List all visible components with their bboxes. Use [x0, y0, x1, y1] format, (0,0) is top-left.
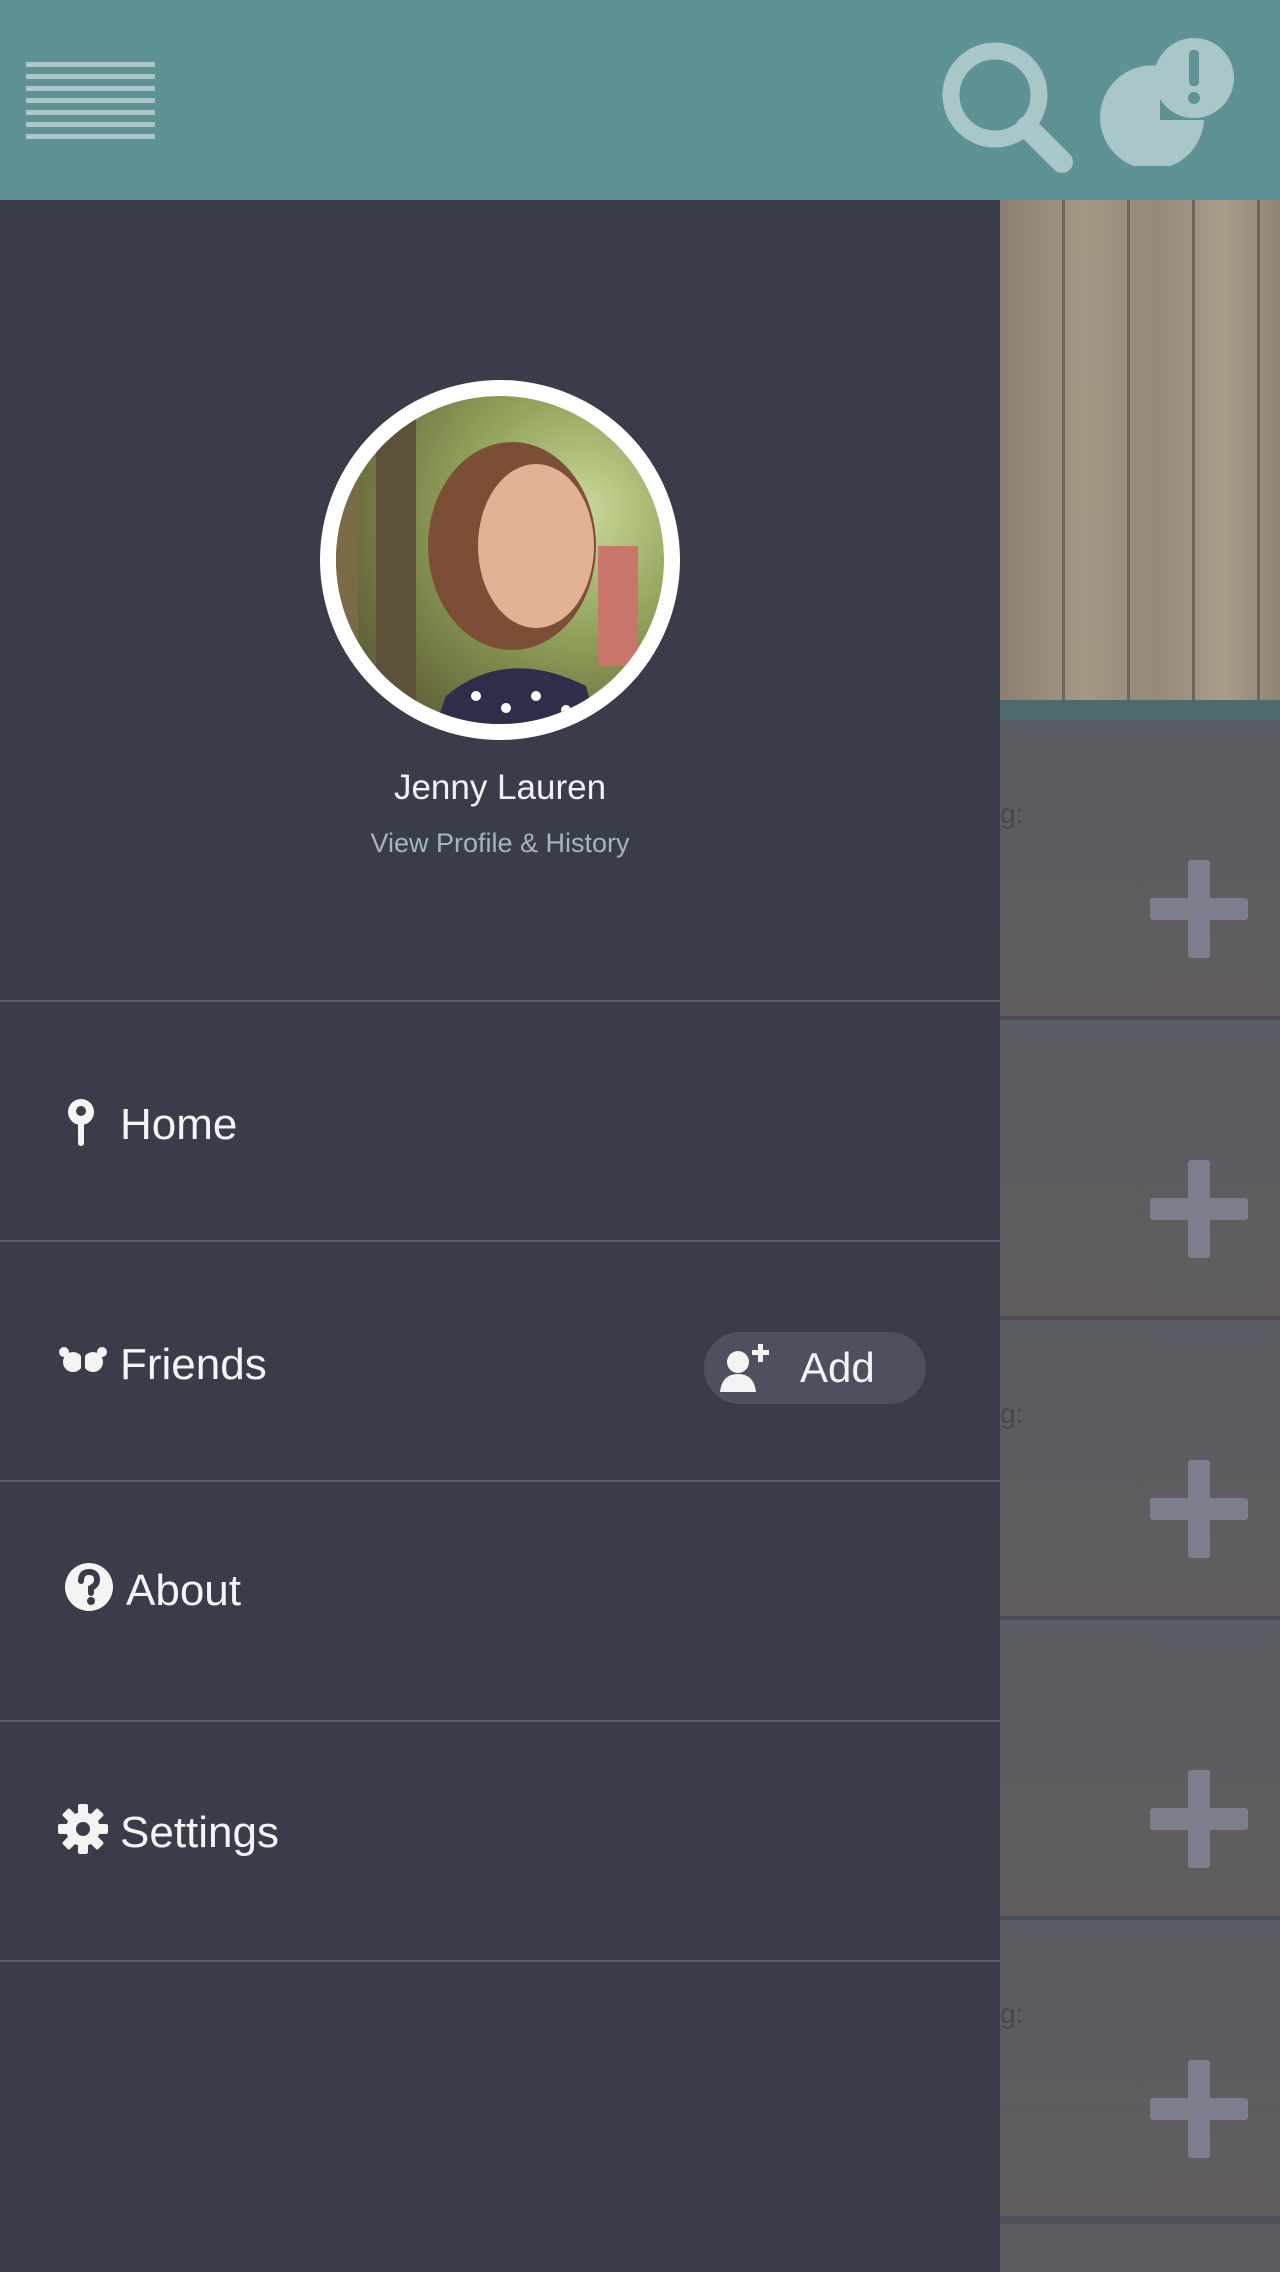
hero-divider	[1000, 700, 1280, 720]
question-circle-icon	[64, 1562, 114, 1617]
add-friend-button[interactable]: Add	[704, 1332, 926, 1404]
card-peek[interactable]: g:	[1000, 1920, 1280, 2220]
menu-item-home[interactable]: Home	[0, 1002, 1000, 1238]
menu-item-label: About	[126, 1566, 241, 1615]
card-peek-text: g:	[1000, 1998, 1024, 2029]
menu-item-label: Home	[120, 1100, 238, 1149]
view-profile-link[interactable]: View Profile & History	[0, 828, 1000, 859]
plus-icon[interactable]	[1150, 1770, 1248, 1868]
profile-name: Jenny Lauren	[393, 768, 607, 807]
plus-icon[interactable]	[1150, 2060, 1248, 2158]
avatar[interactable]	[320, 380, 680, 740]
card-peek-text: g:	[1000, 798, 1024, 829]
card-peek-text: g:	[1000, 1398, 1024, 1429]
menu-item-about[interactable]: About	[0, 1482, 1000, 1718]
menu-item-friends[interactable]: Friends Add	[0, 1242, 1000, 1478]
hamburger-menu-icon[interactable]	[26, 62, 155, 142]
plus-icon[interactable]	[1150, 1460, 1248, 1558]
card-peek[interactable]	[1000, 1020, 1280, 1320]
plus-icon[interactable]	[1150, 860, 1248, 958]
search-icon[interactable]	[938, 38, 1073, 173]
background-content: g: g: g:	[1000, 200, 1280, 2272]
divider	[0, 1960, 1000, 1962]
card-peek[interactable]: g:	[1000, 720, 1280, 1020]
notification-alert-icon[interactable]	[1100, 34, 1236, 170]
menu-item-settings[interactable]: Settings	[0, 1722, 1000, 1958]
menu-item-label: Settings	[120, 1808, 279, 1857]
avatar-photo	[336, 396, 664, 724]
plus-icon[interactable]	[1150, 1160, 1248, 1258]
add-user-icon	[718, 1342, 772, 1399]
menu-item-label: Friends	[120, 1340, 267, 1389]
location-pin-icon	[66, 1098, 96, 1153]
add-button-label: Add	[800, 1344, 875, 1391]
gear-icon	[58, 1804, 108, 1859]
top-bar	[0, 0, 1280, 200]
card-peek[interactable]	[1000, 1620, 1280, 1920]
hero-image	[1000, 200, 1280, 700]
card-peek[interactable]: g:	[1000, 1320, 1280, 1620]
navigation-drawer: Jenny Lauren View Profile & History Home…	[0, 200, 1000, 2272]
footer-divider	[1000, 2216, 1280, 2224]
friends-icon	[58, 1346, 108, 1383]
